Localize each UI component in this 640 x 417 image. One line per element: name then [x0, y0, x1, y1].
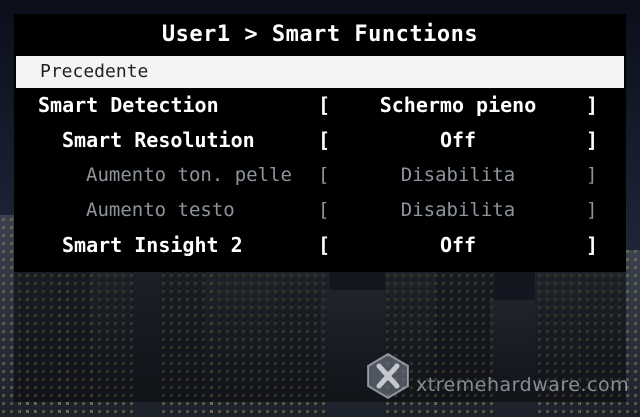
menu-item-value: Off [439, 128, 477, 152]
menu-item-label: Smart Insight 2 [62, 233, 243, 257]
back-menu-item[interactable]: Precedente [16, 56, 624, 88]
bracket-close: ] [586, 164, 598, 186]
bracket-open: [ [318, 233, 331, 257]
bracket-open: [ [318, 199, 330, 221]
menu-item-text-boost: Aumento testo [ Disabilita ] [0, 194, 640, 226]
bracket-close: ] [586, 199, 598, 221]
bracket-open: [ [318, 128, 331, 152]
menu-item-label: Aumento ton. pelle [86, 164, 292, 186]
watermark-text: xtremehardware.com [416, 374, 630, 396]
watermark: xtremehardware.com [364, 352, 629, 400]
menu-item-smart-insight-2[interactable]: Smart Insight 2 [ Off ] [0, 229, 640, 261]
menu-item-value: Off [439, 233, 477, 257]
bracket-close: ] [586, 93, 599, 117]
bracket-open: [ [318, 164, 330, 186]
bracket-close: ] [586, 128, 599, 152]
bracket-close: ] [586, 233, 599, 257]
menu-title: User1 > Smart Functions [161, 22, 479, 47]
menu-item-label: Aumento testo [86, 199, 235, 221]
x-logo-icon [367, 352, 409, 400]
menu-item-value: Disabilita [400, 164, 516, 186]
bracket-open: [ [318, 93, 331, 117]
menu-item-value: Disabilita [400, 199, 516, 221]
menu-item-value: Schermo pieno [379, 93, 537, 117]
menu-item-smart-detection[interactable]: Smart Detection [ Schermo pieno ] [0, 89, 640, 121]
menu-item-smart-resolution[interactable]: Smart Resolution [ Off ] [0, 124, 640, 156]
menu-item-skin-tone-boost: Aumento ton. pelle [ Disabilita ] [0, 159, 640, 191]
menu-item-label: Smart Detection [38, 93, 219, 117]
menu-item-label: Smart Resolution [62, 128, 255, 152]
